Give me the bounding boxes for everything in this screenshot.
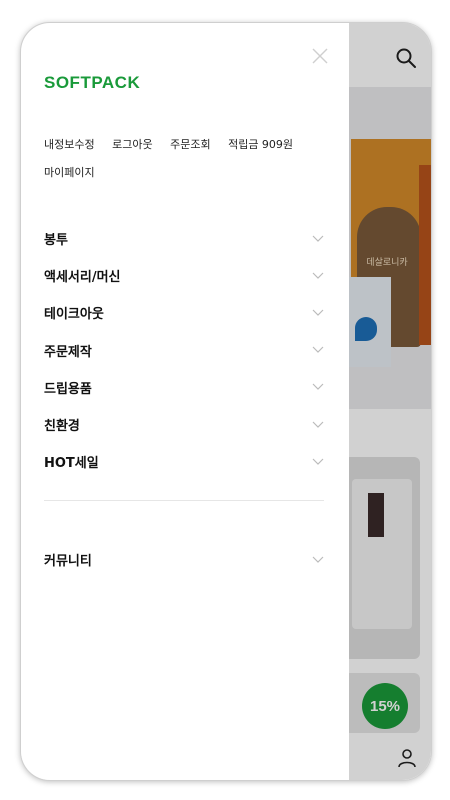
category-menu: 봉투 액세서리/머신 테이크아웃 주문제작 드립용품 친환경 HOT세일 bbox=[44, 220, 324, 480]
menu-item-label: 봉투 bbox=[44, 233, 68, 249]
order-lookup-link[interactable]: 주문조회 bbox=[170, 131, 210, 159]
menu-item-label: 주문제작 bbox=[44, 344, 92, 360]
chevron-down-icon bbox=[312, 458, 324, 465]
community-section: 커뮤니티 bbox=[44, 541, 324, 578]
brand-logo[interactable]: SOFTPACK bbox=[44, 73, 140, 93]
chevron-down-icon bbox=[312, 346, 324, 354]
menu-item-label: HOT세일 bbox=[44, 456, 99, 472]
menu-item-hot-sale[interactable]: HOT세일 bbox=[44, 443, 324, 480]
divider bbox=[44, 500, 324, 501]
close-icon[interactable] bbox=[311, 47, 329, 65]
phone-frame: 데살로니카 15% SOFTPACK 내정보수정 로그아웃 주문조회 적립금 9… bbox=[20, 22, 432, 781]
menu-item-bags[interactable]: 봉투 bbox=[44, 220, 324, 257]
edit-profile-link[interactable]: 내정보수정 bbox=[44, 131, 95, 159]
menu-item-label: 테이크아웃 bbox=[44, 307, 104, 323]
chevron-down-icon bbox=[312, 309, 324, 316]
chevron-down-icon bbox=[312, 421, 324, 428]
menu-item-drip[interactable]: 드립용품 bbox=[44, 369, 324, 406]
mypage-link[interactable]: 마이페이지 bbox=[44, 159, 95, 187]
menu-item-eco[interactable]: 친환경 bbox=[44, 406, 324, 443]
menu-item-accessories[interactable]: 액세서리/머신 bbox=[44, 257, 324, 294]
menu-item-takeout[interactable]: 테이크아웃 bbox=[44, 294, 324, 331]
menu-item-label: 친환경 bbox=[44, 419, 80, 435]
menu-item-label: 액세서리/머신 bbox=[44, 270, 121, 286]
chevron-down-icon bbox=[312, 556, 324, 563]
menu-item-community[interactable]: 커뮤니티 bbox=[44, 541, 324, 578]
points-link[interactable]: 적립금 909원 bbox=[228, 131, 293, 159]
side-drawer: SOFTPACK 내정보수정 로그아웃 주문조회 적립금 909원 마이페이지 … bbox=[21, 23, 349, 780]
chevron-down-icon bbox=[312, 272, 324, 279]
menu-item-label: 드립용품 bbox=[44, 381, 92, 397]
logout-link[interactable]: 로그아웃 bbox=[112, 131, 152, 159]
menu-item-custom-order[interactable]: 주문제작 bbox=[44, 332, 324, 369]
chevron-down-icon bbox=[312, 235, 324, 242]
account-links: 내정보수정 로그아웃 주문조회 적립금 909원 마이페이지 bbox=[44, 131, 334, 187]
menu-item-label: 커뮤니티 bbox=[44, 554, 92, 570]
chevron-down-icon bbox=[312, 383, 324, 391]
